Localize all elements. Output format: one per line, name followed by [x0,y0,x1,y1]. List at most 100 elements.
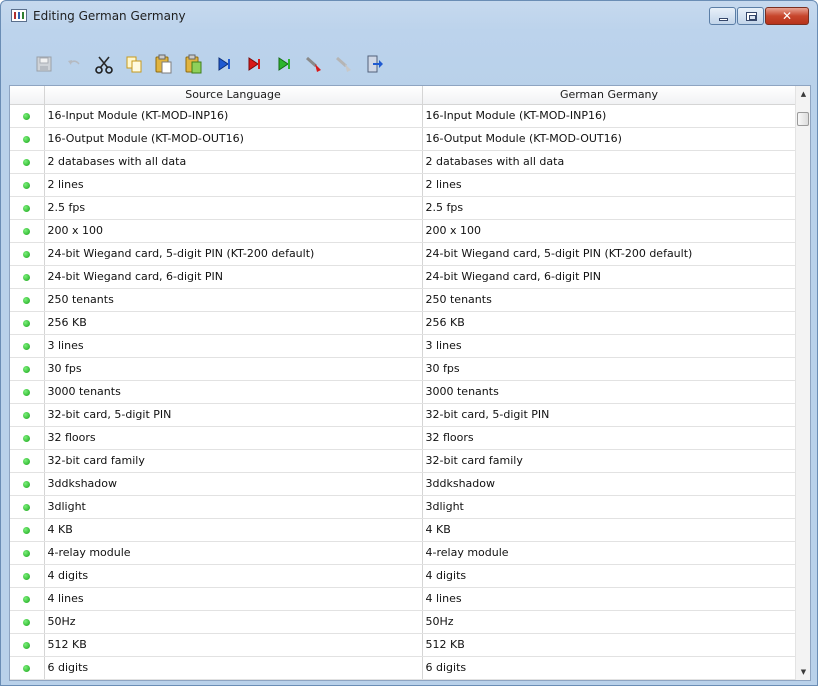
table-row[interactable]: 200 x 100 200 x 100 [10,219,797,243]
source-cell[interactable]: 4 KB [44,518,423,542]
table-row[interactable]: 512 KB 512 KB [10,633,797,657]
table-row[interactable]: 32-bit card, 5-digit PIN 32-bit card, 5-d… [10,403,797,427]
table-row[interactable]: 3dlight 3dlight [10,495,797,519]
source-cell[interactable]: 3ddkshadow [44,472,423,496]
table-row[interactable]: 3 lines 3 lines [10,334,797,358]
table-row[interactable]: 3000 tenants 3000 tenants [10,380,797,404]
table-row[interactable]: 24-bit Wiegand card, 6-digit PIN 24-bit W… [10,265,797,289]
target-cell[interactable]: 4 digits [422,564,797,588]
scroll-up-button[interactable]: ▲ [796,86,810,102]
next-blue-button[interactable] [213,53,235,75]
vertical-scrollbar[interactable]: ▲ ▼ [795,86,810,680]
table-row[interactable]: 4 lines 4 lines [10,587,797,611]
source-cell[interactable]: 24-bit Wiegand card, 5-digit PIN (KT-200… [44,242,423,266]
table-row[interactable]: 256 KB 256 KB [10,311,797,335]
source-cell[interactable]: 2 databases with all data [44,150,423,174]
target-cell[interactable]: 32 floors [422,426,797,450]
maximize-button[interactable] [737,7,764,25]
status-cell [10,288,45,312]
paste-special-button[interactable] [183,53,205,75]
save-button[interactable] [33,53,55,75]
scroll-down-button[interactable]: ▼ [796,664,810,680]
source-cell[interactable]: 24-bit Wiegand card, 6-digit PIN [44,265,423,289]
title-bar[interactable]: Editing German Germany ✕ [1,1,817,31]
target-cell[interactable]: 4-relay module [422,541,797,565]
exit-button[interactable] [363,53,385,75]
target-cell[interactable]: 16-Output Module (KT-MOD-OUT16) [422,127,797,151]
source-cell[interactable]: 512 KB [44,633,423,657]
next-green-button[interactable] [273,53,295,75]
table-row[interactable]: 4-relay module 4-relay module [10,541,797,565]
table-row[interactable]: 32 floors 32 floors [10,426,797,450]
table-row[interactable]: 32-bit card family 32-bit card family [10,449,797,473]
source-cell[interactable]: 256 KB [44,311,423,335]
target-cell[interactable]: 32-bit card family [422,449,797,473]
source-cell[interactable]: 3dlight [44,495,423,519]
source-cell[interactable]: 16-Input Module (KT-MOD-INP16) [44,104,423,128]
target-cell[interactable]: 24-bit Wiegand card, 5-digit PIN (KT-200… [422,242,797,266]
target-cell[interactable]: 32-bit card, 5-digit PIN [422,403,797,427]
paste-button[interactable] [153,53,175,75]
source-cell[interactable]: 250 tenants [44,288,423,312]
target-cell[interactable]: 3 lines [422,334,797,358]
table-row[interactable]: 2 lines 2 lines [10,173,797,197]
status-column-header[interactable] [10,86,45,105]
table-row[interactable]: 16-Input Module (KT-MOD-INP16) 16-Input M… [10,104,797,128]
source-cell[interactable]: 50Hz [44,610,423,634]
target-cell[interactable]: 4 KB [422,518,797,542]
close-button[interactable]: ✕ [765,7,809,25]
table-row[interactable]: 4 KB 4 KB [10,518,797,542]
target-cell[interactable]: 2 databases with all data [422,150,797,174]
source-cell[interactable]: 3000 tenants [44,380,423,404]
table-row[interactable]: 30 fps 30 fps [10,357,797,381]
table-row[interactable]: 16-Output Module (KT-MOD-OUT16) 16-Output… [10,127,797,151]
source-cell[interactable]: 6 digits [44,656,423,680]
target-cell[interactable]: 30 fps [422,357,797,381]
source-cell[interactable]: 3 lines [44,334,423,358]
table-row[interactable]: 24-bit Wiegand card, 5-digit PIN (KT-200… [10,242,797,266]
source-column-header[interactable]: Source Language [44,86,423,105]
source-cell[interactable]: 2.5 fps [44,196,423,220]
target-column-header[interactable]: German Germany [422,86,797,105]
table-row[interactable]: 6 digits 6 digits [10,656,797,680]
table-row[interactable]: 50Hz 50Hz [10,610,797,634]
mark-button[interactable] [303,53,325,75]
source-cell[interactable]: 16-Output Module (KT-MOD-OUT16) [44,127,423,151]
cut-button[interactable] [93,53,115,75]
unmark-button[interactable] [333,53,355,75]
source-cell[interactable]: 4-relay module [44,541,423,565]
target-cell[interactable]: 2 lines [422,173,797,197]
target-cell[interactable]: 2.5 fps [422,196,797,220]
target-cell[interactable]: 50Hz [422,610,797,634]
source-cell[interactable]: 32-bit card family [44,449,423,473]
copy-button[interactable] [123,53,145,75]
scroll-thumb[interactable] [797,112,809,126]
source-cell[interactable]: 32 floors [44,426,423,450]
target-cell[interactable]: 3ddkshadow [422,472,797,496]
target-cell[interactable]: 4 lines [422,587,797,611]
target-cell[interactable]: 256 KB [422,311,797,335]
target-cell[interactable]: 16-Input Module (KT-MOD-INP16) [422,104,797,128]
target-cell[interactable]: 3000 tenants [422,380,797,404]
table-row[interactable]: 4 digits 4 digits [10,564,797,588]
minimize-button[interactable] [709,7,736,25]
table-row[interactable]: 3ddkshadow 3ddkshadow [10,472,797,496]
status-cell [10,196,45,220]
source-cell[interactable]: 30 fps [44,357,423,381]
source-cell[interactable]: 4 digits [44,564,423,588]
target-cell[interactable]: 6 digits [422,656,797,680]
table-row[interactable]: 2 databases with all data 2 databases wit… [10,150,797,174]
target-cell[interactable]: 24-bit Wiegand card, 6-digit PIN [422,265,797,289]
target-cell[interactable]: 250 tenants [422,288,797,312]
target-cell[interactable]: 200 x 100 [422,219,797,243]
undo-button[interactable] [63,53,85,75]
source-cell[interactable]: 2 lines [44,173,423,197]
next-red-button[interactable] [243,53,265,75]
target-cell[interactable]: 3dlight [422,495,797,519]
source-cell[interactable]: 4 lines [44,587,423,611]
source-cell[interactable]: 32-bit card, 5-digit PIN [44,403,423,427]
table-row[interactable]: 2.5 fps 2.5 fps [10,196,797,220]
source-cell[interactable]: 200 x 100 [44,219,423,243]
target-cell[interactable]: 512 KB [422,633,797,657]
table-row[interactable]: 250 tenants 250 tenants [10,288,797,312]
